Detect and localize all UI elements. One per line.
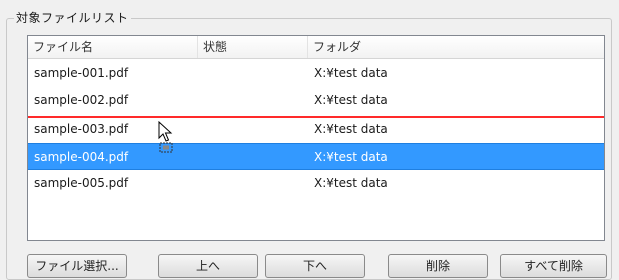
file-name-cell: sample-005.pdf (34, 176, 129, 190)
list-item[interactable]: sample-003.pdf X:¥test data (28, 116, 604, 143)
file-name-cell: sample-002.pdf (34, 93, 129, 107)
file-list[interactable]: ファイル名 状態 フォルダ sample-001.pdf X:¥test dat… (27, 35, 605, 241)
column-header-status[interactable]: 状態 (198, 36, 308, 58)
move-down-button[interactable]: 下へ (265, 254, 365, 278)
list-item[interactable]: sample-005.pdf X:¥test data (28, 170, 604, 197)
file-name-cell: sample-004.pdf (34, 150, 129, 164)
folder-cell: X:¥test data (314, 66, 388, 80)
delete-all-button[interactable]: すべて削除 (500, 254, 607, 278)
move-up-button[interactable]: 上へ (158, 254, 258, 278)
file-name-cell: sample-001.pdf (34, 66, 129, 80)
column-header-filename[interactable]: ファイル名 (28, 36, 198, 58)
folder-cell: X:¥test data (314, 150, 388, 164)
delete-button[interactable]: 削除 (388, 254, 488, 278)
drag-copy-cursor-icon (158, 121, 173, 153)
list-item[interactable]: sample-001.pdf X:¥test data (28, 60, 604, 87)
list-item[interactable]: sample-002.pdf X:¥test data (28, 87, 604, 114)
list-item-selected[interactable]: sample-004.pdf X:¥test data (28, 143, 604, 170)
list-header: ファイル名 状態 フォルダ (28, 36, 604, 59)
select-files-button[interactable]: ファイル選択... (27, 254, 127, 278)
group-title: 対象ファイルリスト (14, 9, 131, 26)
folder-cell: X:¥test data (314, 93, 388, 107)
folder-cell: X:¥test data (314, 122, 388, 136)
file-name-cell: sample-003.pdf (34, 122, 129, 136)
folder-cell: X:¥test data (314, 176, 388, 190)
column-header-folder[interactable]: フォルダ (308, 36, 604, 58)
